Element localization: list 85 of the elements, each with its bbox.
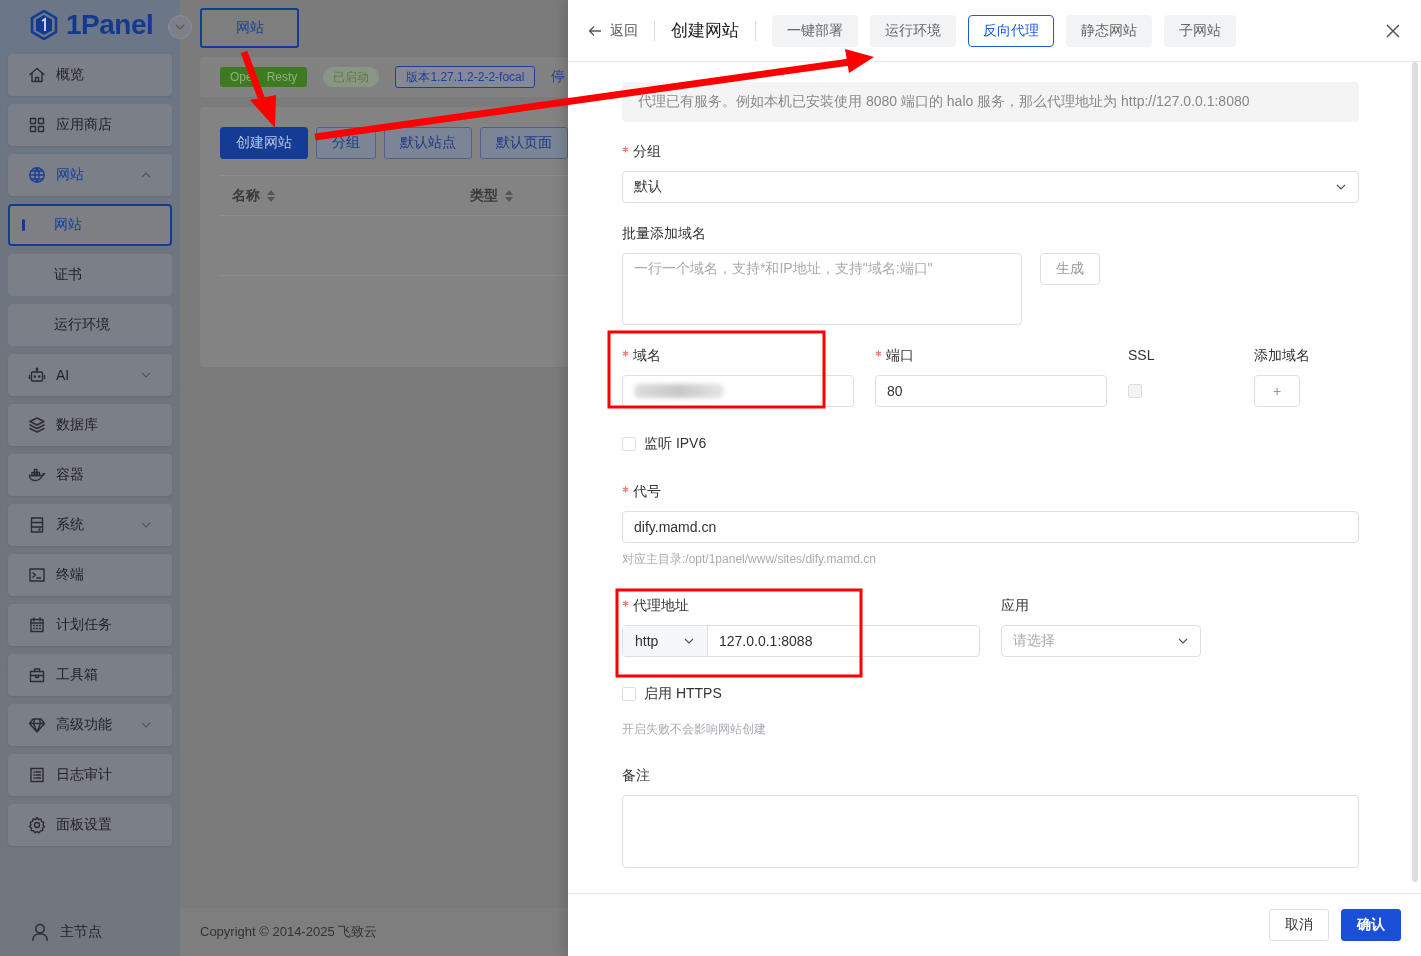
person-icon — [30, 922, 50, 942]
status-badge: 已启动 — [323, 67, 380, 87]
port-field[interactable]: 80 — [875, 375, 1107, 407]
sidebar-item[interactable]: 计划任务 — [8, 604, 172, 646]
sidebar-item[interactable]: 概览 — [8, 54, 172, 96]
sidebar-subitem[interactable]: 网站 — [8, 204, 172, 246]
sort-icon — [504, 188, 514, 203]
toolbar-button[interactable]: 创建网站 — [220, 127, 308, 159]
column-header[interactable]: 类型 — [470, 186, 498, 205]
checkbox[interactable] — [622, 437, 636, 451]
logo-icon — [30, 10, 58, 40]
add-domain-button[interactable]: + — [1254, 375, 1300, 407]
sidebar-subitem[interactable]: 运行环境 — [8, 304, 172, 346]
toolbox-icon — [28, 666, 46, 684]
diamond-icon — [28, 716, 46, 734]
back-button[interactable]: 返回 — [588, 21, 638, 40]
robot-icon — [28, 366, 46, 384]
layers-icon — [28, 416, 46, 434]
stop-link[interactable]: 停 — [551, 68, 566, 86]
tab[interactable]: 一键部署 — [772, 14, 858, 47]
collapse-button[interactable] — [168, 15, 192, 39]
app-select[interactable]: 请选择 — [1001, 625, 1201, 657]
sidebar-subitem[interactable]: 证书 — [8, 254, 172, 296]
sidebar-item[interactable]: 系统 — [8, 504, 172, 546]
field-label: SSL — [1128, 346, 1155, 365]
group-select[interactable]: 默认 — [622, 171, 1359, 203]
field-label: 添加域名 — [1254, 346, 1310, 365]
sidebar-item[interactable]: 网站 — [8, 154, 172, 196]
field-label: 应用 — [1001, 596, 1029, 615]
scrollbar[interactable] — [1412, 62, 1418, 882]
alias-field[interactable]: dify.mamd.cn — [622, 511, 1359, 543]
sidebar-item[interactable]: 终端 — [8, 554, 172, 596]
sidebar-item[interactable]: 工具箱 — [8, 654, 172, 696]
tag-text: Resty — [266, 69, 298, 85]
tab[interactable]: 运行环境 — [870, 14, 956, 47]
field-label: 分组 — [633, 142, 661, 161]
cancel-button[interactable]: 取消 — [1269, 909, 1329, 941]
sidebar-item[interactable]: AI — [8, 354, 172, 396]
server-icon — [28, 516, 46, 534]
tag: 版本1.27.1.2-2-2-focal — [395, 66, 536, 88]
hint-text: 开启失败不会影响网站创建 — [622, 721, 767, 737]
hint-text: 对应主目录:/opt/1panel/www/sites/dify.mamd.cn — [622, 551, 877, 567]
toolbar-button[interactable]: 默认页面 — [480, 127, 568, 159]
proxy-field[interactable]: http 127.0.0.1:8088 — [622, 625, 980, 657]
tab[interactable]: 反向代理 — [968, 14, 1054, 47]
field-label: 域名 — [633, 346, 661, 365]
checkbox-label: 启用 HTTPS — [644, 685, 722, 703]
home-icon — [28, 66, 46, 84]
confirm-button[interactable]: 确认 — [1341, 909, 1401, 941]
grid-icon — [28, 116, 46, 134]
sidebar-item[interactable]: 容器 — [8, 454, 172, 496]
whale-icon — [28, 466, 46, 484]
close-button[interactable] — [1385, 22, 1401, 39]
field-label: 备注 — [622, 766, 650, 785]
back-arrow-icon — [588, 23, 602, 38]
generate-button[interactable]: 生成 — [1040, 253, 1100, 285]
column-header[interactable]: 名称 — [232, 186, 260, 205]
remark-textarea[interactable] — [622, 795, 1359, 868]
checkbox[interactable] — [622, 687, 636, 701]
page-tab[interactable]: 网站 — [200, 8, 299, 48]
field-label: 代号 — [633, 482, 661, 501]
field-label: 批量添加域名 — [622, 224, 706, 243]
tab[interactable]: 静态网站 — [1066, 14, 1152, 47]
node-label: 主节点 — [60, 923, 102, 941]
sidebar-item[interactable]: 高级功能 — [8, 704, 172, 746]
checkbox-label: 监听 IPV6 — [644, 435, 707, 453]
logo-text: 1Panel — [66, 9, 154, 41]
list-icon — [28, 766, 46, 784]
field-label: 端口 — [886, 346, 914, 365]
sidebar-item[interactable]: 应用商店 — [8, 104, 172, 146]
sort-icon — [266, 188, 276, 203]
toolbar-button[interactable]: 默认站点 — [384, 127, 472, 159]
globe-icon — [28, 166, 46, 184]
sidebar-item[interactable]: 面板设置 — [8, 804, 172, 846]
domain-field[interactable] — [622, 375, 854, 407]
gear-icon — [28, 816, 46, 834]
info-alert: 代理已有服务。例如本机已安装使用 8080 端口的 halo 服务，那么代理地址为 http://127.0.0.1:8080 — [622, 82, 1359, 122]
domains-textarea[interactable]: 一行一个域名，支持*和IP地址，支持"域名:端口" — [622, 253, 1022, 325]
sidebar-item[interactable]: 数据库 — [8, 404, 172, 446]
drawer-title: 创建网站 — [671, 20, 739, 42]
tab[interactable]: 子网站 — [1164, 14, 1236, 47]
calendar-icon — [28, 616, 46, 634]
terminal-icon — [28, 566, 46, 584]
field-label: 代理地址 — [633, 596, 689, 615]
sidebar-item[interactable]: 日志审计 — [8, 754, 172, 796]
